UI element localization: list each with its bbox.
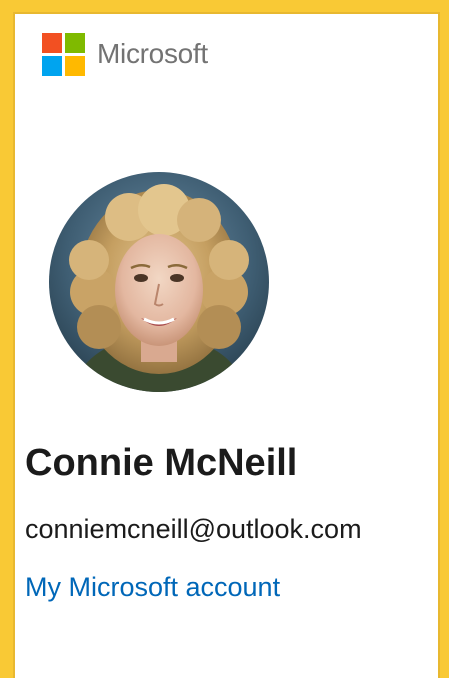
account-email: conniemcneill@outlook.com — [25, 514, 362, 544]
microsoft-logo-icon — [42, 32, 85, 76]
microsoft-brand: Microsoft — [42, 32, 208, 76]
logo-blue-square — [42, 55, 62, 76]
account-display-name: Connie McNeill — [25, 442, 298, 484]
profile-photo-icon — [49, 172, 269, 392]
account-card: Microsoft Connie McNeill conniemcneill@o… — [13, 12, 440, 678]
brand-name: Microsoft — [97, 38, 208, 69]
logo-green-square — [65, 32, 85, 53]
logo-yellow-square — [65, 55, 85, 76]
logo-red-square — [42, 32, 62, 53]
my-microsoft-account-link[interactable]: My Microsoft account — [25, 572, 280, 603]
avatar[interactable] — [49, 172, 269, 392]
